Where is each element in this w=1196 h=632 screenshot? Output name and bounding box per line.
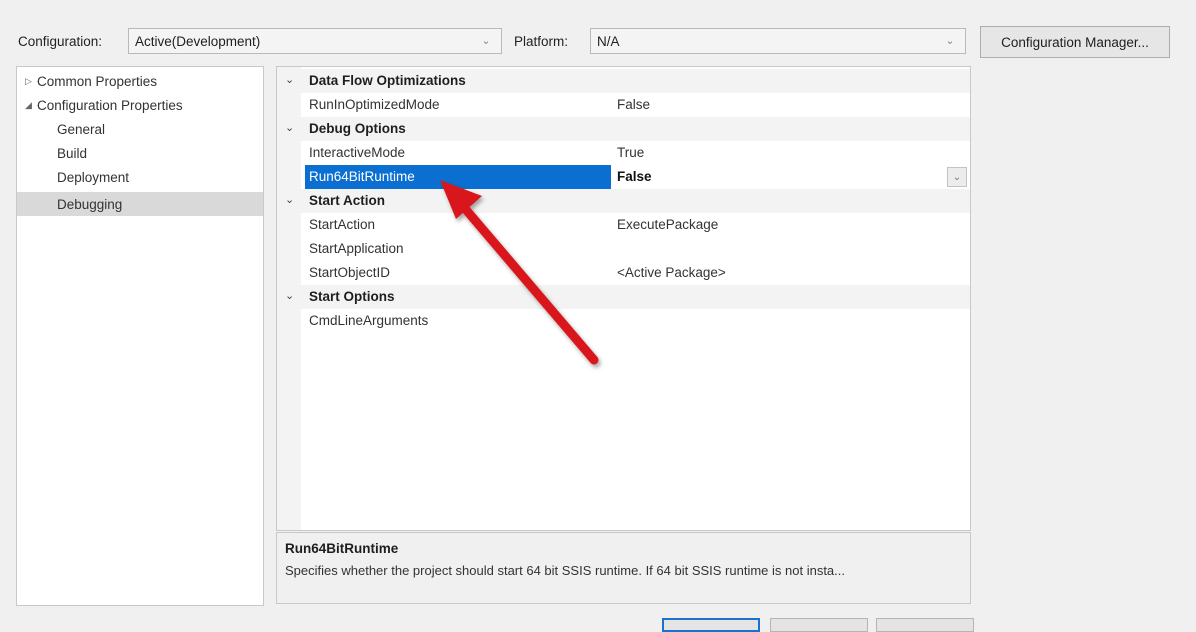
- apply-button[interactable]: [876, 618, 974, 632]
- ok-button[interactable]: [662, 618, 760, 632]
- cancel-button[interactable]: [770, 618, 868, 632]
- red-arrow-annotation: [440, 180, 599, 365]
